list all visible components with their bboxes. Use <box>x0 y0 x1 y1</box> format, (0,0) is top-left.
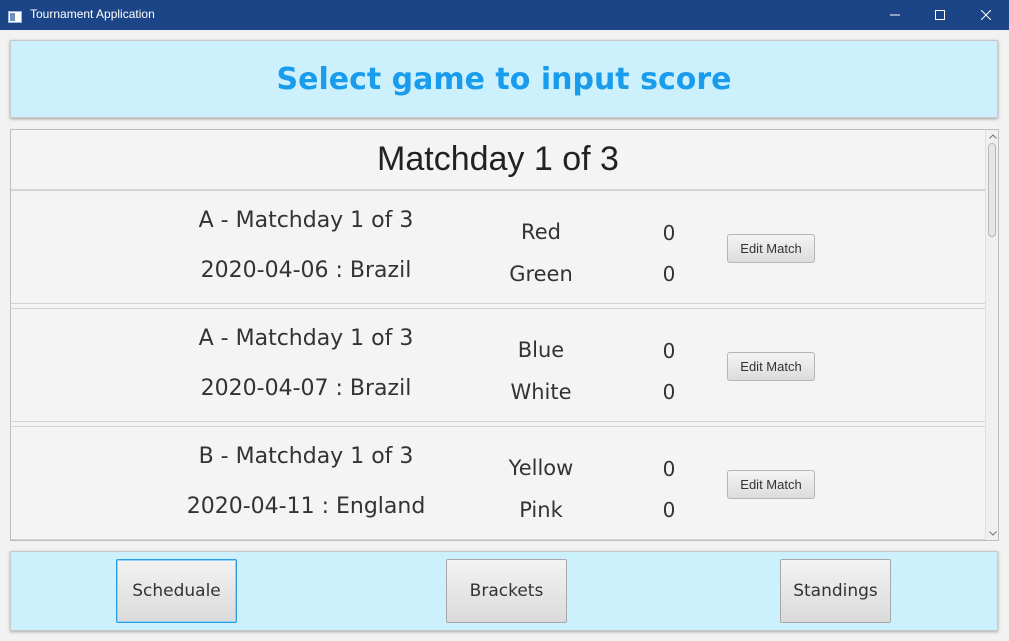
matches-scroll-pane[interactable]: Matchday 1 of 3 A - Matchday 1 of 3 2020… <box>10 129 999 541</box>
schedule-button[interactable]: Scheduale <box>116 559 237 623</box>
edit-match-button[interactable]: Edit Match <box>727 470 815 499</box>
match-card: A - Matchday 1 of 3 2020-04-07 : Brazil … <box>11 308 985 422</box>
home-score: 0 <box>662 221 676 245</box>
home-score: 0 <box>662 339 676 363</box>
scroll-up-icon[interactable] <box>988 132 997 141</box>
match-date-location: 2020-04-11 : England <box>186 494 426 519</box>
match-title: A - Matchday 1 of 3 <box>198 326 414 351</box>
away-team: Pink <box>519 498 563 522</box>
away-team: Green <box>509 262 573 286</box>
away-score: 0 <box>662 262 676 286</box>
away-team: White <box>510 380 572 404</box>
home-team: Blue <box>517 338 565 362</box>
match-card: B - Matchday 1 of 3 2020-04-11 : England… <box>11 426 985 540</box>
standings-button[interactable]: Standings <box>780 559 891 623</box>
minimize-button[interactable] <box>872 0 918 30</box>
match-title: A - Matchday 1 of 3 <box>198 208 414 233</box>
match-date-location: 2020-04-07 : Brazil <box>200 376 412 401</box>
maximize-icon <box>935 10 945 20</box>
app-icon <box>8 8 22 23</box>
main-content: Select game to input score Matchday 1 of… <box>0 30 1009 641</box>
home-team: Red <box>521 220 561 244</box>
matches-viewport: Matchday 1 of 3 A - Matchday 1 of 3 2020… <box>11 130 985 540</box>
edit-match-button[interactable]: Edit Match <box>727 352 815 381</box>
away-score: 0 <box>662 380 676 404</box>
away-score: 0 <box>662 498 676 522</box>
scrollbar-thumb[interactable] <box>988 143 996 237</box>
vertical-scrollbar[interactable] <box>985 130 998 540</box>
close-button[interactable] <box>963 0 1009 30</box>
minimize-icon <box>890 14 900 16</box>
match-title: B - Matchday 1 of 3 <box>198 444 414 469</box>
matchday-heading: Matchday 1 of 3 <box>11 130 985 190</box>
home-score: 0 <box>662 457 676 481</box>
page-title: Select game to input score <box>276 61 732 97</box>
close-icon <box>981 10 991 20</box>
maximize-button[interactable] <box>917 0 963 30</box>
match-card: A - Matchday 1 of 3 2020-04-06 : Brazil … <box>11 190 985 304</box>
window-title: Tournament Application <box>30 7 155 21</box>
header-panel: Select game to input score <box>10 40 998 118</box>
title-bar: Tournament Application <box>0 0 1009 30</box>
brackets-button[interactable]: Brackets <box>446 559 567 623</box>
match-date-location: 2020-04-06 : Brazil <box>200 258 412 283</box>
scroll-down-icon[interactable] <box>988 529 997 538</box>
edit-match-button[interactable]: Edit Match <box>727 234 815 263</box>
home-team: Yellow <box>508 456 574 480</box>
footer-nav: Scheduale Brackets Standings <box>10 551 998 631</box>
